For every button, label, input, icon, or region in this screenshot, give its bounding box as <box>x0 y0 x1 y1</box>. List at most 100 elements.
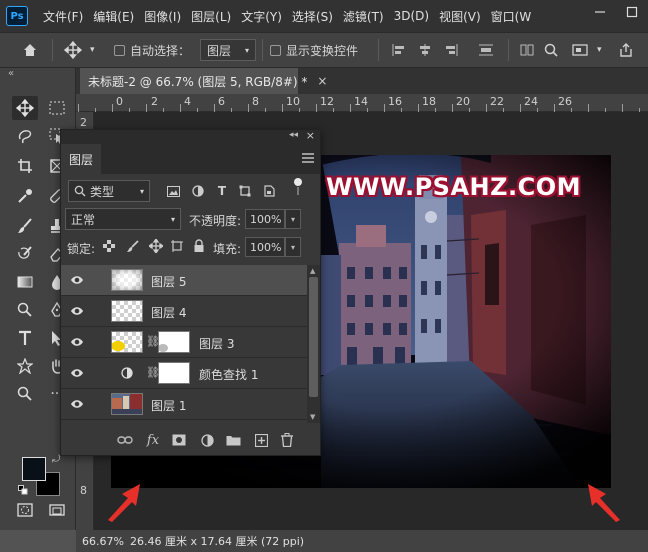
adjustment-filter-icon[interactable] <box>191 184 205 198</box>
lock-all-icon[interactable] <box>193 239 205 255</box>
eye-icon[interactable] <box>70 305 84 317</box>
collapse-icon[interactable]: « <box>8 68 14 79</box>
menu-image[interactable]: 图像(I) <box>144 8 181 25</box>
tab-layers[interactable]: 图层 <box>61 144 101 174</box>
pixel-filter-icon[interactable] <box>166 184 180 198</box>
auto-select-checkbox[interactable]: 自动选择： <box>114 33 190 67</box>
fill-input[interactable]: 100% <box>245 237 285 257</box>
tool-preset-chevron-icon[interactable]: ▾ <box>90 33 95 67</box>
layer-name[interactable]: 图层 5 <box>151 273 186 290</box>
menu-layer[interactable]: 图层(L) <box>191 8 231 25</box>
panel-menu-icon[interactable] <box>302 152 314 166</box>
search-icon[interactable] <box>544 33 558 67</box>
link-layers-icon[interactable] <box>117 432 133 448</box>
lock-pixels-icon[interactable] <box>127 240 139 255</box>
layer-name[interactable]: 图层 1 <box>151 397 186 414</box>
eye-icon[interactable] <box>70 274 84 286</box>
close-panel-icon[interactable]: × <box>306 129 315 142</box>
align-right-icon[interactable] <box>444 33 458 67</box>
menu-type[interactable]: 文字(Y) <box>241 8 282 25</box>
blend-mode-dropdown[interactable]: 正常 ▾ <box>65 208 181 230</box>
panel-title-strip[interactable]: ◂◂ × <box>61 129 320 144</box>
type-filter-icon[interactable]: T <box>215 184 229 198</box>
layer-mask-thumbnail[interactable] <box>158 331 190 353</box>
layer-row-layer-5[interactable]: 图层 5 <box>61 265 307 296</box>
menu-file[interactable]: 文件(F) <box>43 8 83 25</box>
layer-row-layer-3[interactable]: ⛓ 图层 3 <box>61 327 307 358</box>
default-colors-icon[interactable] <box>18 484 28 498</box>
move-tool-icon[interactable] <box>64 33 82 67</box>
foreground-color-swatch[interactable] <box>22 389 46 413</box>
3d-mode-icon[interactable] <box>520 33 534 67</box>
collapse-panel-icon[interactable]: ◂◂ <box>289 130 298 140</box>
show-transform-checkbox[interactable]: 显示变换控件 <box>270 33 358 67</box>
share-icon[interactable] <box>618 33 634 67</box>
lock-transparent-icon[interactable] <box>103 240 115 255</box>
opacity-slider-toggle[interactable]: ▾ <box>285 209 301 229</box>
new-group-icon[interactable] <box>225 432 241 448</box>
scroll-up-icon[interactable]: ▲ <box>310 267 315 275</box>
eye-icon[interactable] <box>70 336 84 348</box>
new-adjustment-layer-icon[interactable] <box>199 432 215 448</box>
shape-filter-icon[interactable] <box>238 184 252 198</box>
dodge-tool-icon[interactable] <box>12 298 38 322</box>
lock-position-icon[interactable] <box>147 237 165 256</box>
lock-artboard-icon[interactable] <box>171 240 183 255</box>
opacity-input[interactable]: 100% <box>245 209 285 229</box>
zoom-level[interactable]: 66.67% <box>82 535 126 548</box>
auto-select-target-dropdown[interactable]: 图层 ▾ <box>200 33 257 67</box>
delete-layer-icon[interactable] <box>279 432 295 448</box>
foreground-color-swatch[interactable] <box>22 457 46 481</box>
workspace-chevron-icon[interactable]: ▾ <box>597 33 602 67</box>
gradient-tool-icon[interactable] <box>12 270 38 294</box>
new-layer-icon[interactable] <box>253 432 269 448</box>
align-center-icon[interactable] <box>418 33 432 67</box>
type-tool-icon[interactable] <box>12 326 38 350</box>
fill-slider-toggle[interactable]: ▾ <box>285 237 301 257</box>
shape-tool-icon[interactable] <box>12 354 38 378</box>
eyedropper-tool-icon[interactable] <box>12 184 38 208</box>
quick-mask-icon[interactable] <box>12 498 38 522</box>
layer-list-scrollbar[interactable]: ▲ ▼ <box>307 265 320 423</box>
layer-name[interactable]: 图层 3 <box>199 335 234 352</box>
history-brush-tool-icon[interactable] <box>12 242 38 266</box>
crop-tool-icon[interactable] <box>12 154 38 178</box>
align-left-icon[interactable] <box>392 33 406 67</box>
menu-3d[interactable]: 3D(D) <box>394 9 429 23</box>
home-icon[interactable] <box>22 33 38 67</box>
checkbox-box <box>114 44 125 56</box>
layer-row-color-lookup-1[interactable]: ⛓ 颜色查找 1 <box>61 358 307 389</box>
layer-row-layer-1[interactable]: 图层 1 <box>61 389 307 420</box>
document-tab[interactable]: 未标题-2 @ 66.7% (图层 5, RGB/8#) * × <box>80 68 327 94</box>
lasso-tool-icon[interactable] <box>12 124 38 148</box>
layer-filter-dropdown[interactable]: 类型 ▾ <box>68 180 150 202</box>
screen-mode-icon[interactable] <box>44 498 70 522</box>
marquee-tool-icon[interactable] <box>44 96 70 120</box>
layer-name[interactable]: 颜色查找 1 <box>199 366 258 383</box>
workspace-icon[interactable] <box>572 33 588 67</box>
layer-name[interactable]: 图层 4 <box>151 304 186 321</box>
eye-icon[interactable] <box>70 398 84 410</box>
scrollbar-thumb[interactable] <box>309 277 318 397</box>
brush-tool-icon[interactable] <box>12 214 38 238</box>
distribute-icon[interactable] <box>478 33 494 67</box>
eye-icon[interactable] <box>70 367 84 379</box>
minimize-icon[interactable] <box>584 0 616 24</box>
add-mask-icon[interactable] <box>171 432 187 448</box>
layer-row-layer-4[interactable]: 图层 4 <box>61 296 307 327</box>
menu-select[interactable]: 选择(S) <box>292 8 333 25</box>
menu-window[interactable]: 窗口(W <box>491 8 532 25</box>
scroll-down-icon[interactable]: ▼ <box>310 413 315 421</box>
menu-edit[interactable]: 编辑(E) <box>93 8 134 25</box>
move-tool-icon[interactable] <box>12 96 38 120</box>
close-icon[interactable]: × <box>317 74 327 88</box>
maximize-icon[interactable] <box>616 0 648 24</box>
fx-icon[interactable]: fx <box>145 432 161 448</box>
layer-filter-value: 类型 <box>90 184 115 199</box>
menu-view[interactable]: 视图(V) <box>439 8 481 25</box>
filter-toggle-icon[interactable] <box>291 178 305 195</box>
ruler-tick <box>214 104 215 112</box>
smart-object-filter-icon[interactable] <box>262 184 276 198</box>
menu-filter[interactable]: 滤镜(T) <box>343 8 384 25</box>
layer-mask-thumbnail[interactable] <box>158 362 190 384</box>
